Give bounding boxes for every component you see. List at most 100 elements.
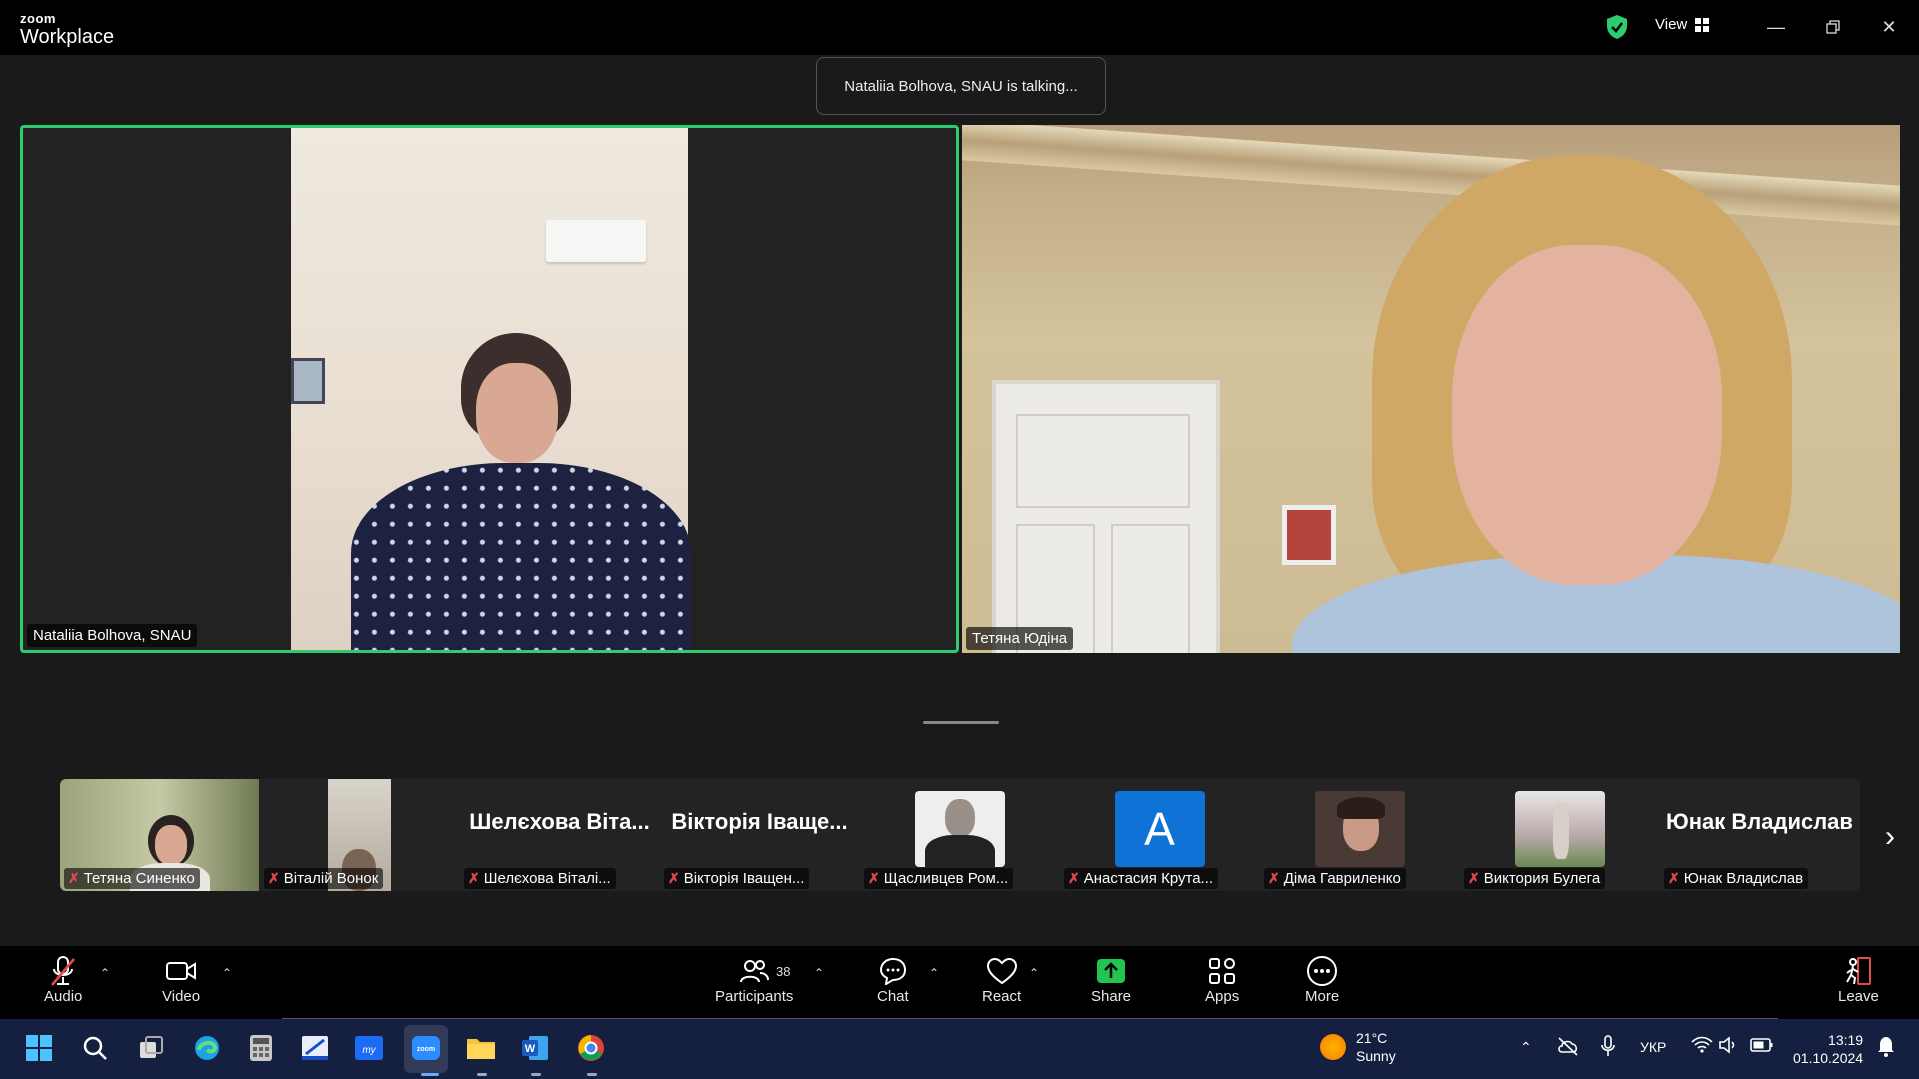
cloud-offline-icon[interactable]: [1556, 1036, 1580, 1059]
react-label: React: [982, 988, 1022, 1005]
mic-muted-icon: ✗: [1068, 870, 1080, 886]
resize-handle[interactable]: [923, 721, 999, 724]
active-indicator: [421, 1073, 439, 1076]
zoom-app-icon[interactable]: zoom: [409, 1031, 443, 1065]
search-icon[interactable]: [78, 1031, 112, 1065]
windows-start-icon[interactable]: [22, 1031, 56, 1065]
title-bar: zoom Workplace View — ✕: [0, 0, 1919, 55]
word-icon[interactable]: W: [518, 1031, 552, 1065]
chevron-right-icon[interactable]: ›: [1885, 820, 1895, 854]
thumbnail-label: ✗ Шелєхова Віталі...: [464, 868, 616, 889]
running-indicator: [477, 1073, 487, 1076]
wifi-icon[interactable]: [1691, 1036, 1713, 1057]
chevron-up-icon[interactable]: ⌃: [929, 966, 939, 980]
video-label: Video: [162, 988, 201, 1005]
brand-small: zoom: [20, 11, 56, 26]
chevron-up-icon[interactable]: ⌃: [100, 966, 110, 980]
view-button[interactable]: View: [1655, 16, 1710, 33]
participant-avatar: [914, 791, 1005, 867]
participant-thumbnail[interactable]: A ✗ Анастасия Крута...: [1060, 779, 1259, 891]
battery-icon[interactable]: [1750, 1037, 1774, 1056]
audio-label: Audio: [44, 988, 83, 1005]
leave-door-icon: [1842, 954, 1874, 988]
system-clock[interactable]: 13:19 01.10.2024: [1793, 1031, 1863, 1067]
thumbnail-label: ✗ Віталій Вонок: [264, 868, 384, 889]
mic-muted-icon: ✗: [668, 870, 680, 886]
mic-muted-icon: [48, 954, 78, 988]
chrome-icon[interactable]: [574, 1031, 608, 1065]
participants-count: 38: [776, 964, 791, 979]
mic-muted-icon: ✗: [868, 870, 880, 886]
participant-thumbnail[interactable]: Шелєхова Віта... ✗ Шелєхова Віталі...: [460, 779, 659, 891]
myhp-icon[interactable]: my: [352, 1031, 386, 1065]
running-indicator: [531, 1073, 541, 1076]
participant-thumbnail[interactable]: Юнак Владислав ✗ Юнак Владислав: [1660, 779, 1859, 891]
thumbnail-label: ✗ Вікторія Іващен...: [664, 868, 810, 889]
participants-button[interactable]: Participants: [715, 954, 793, 1005]
security-shield-icon[interactable]: [1605, 14, 1629, 40]
notification-bell-icon[interactable]: [1876, 1035, 1896, 1060]
calculator-icon[interactable]: [244, 1031, 278, 1065]
snipping-tool-icon[interactable]: [298, 1031, 332, 1065]
participant-avatar: [1314, 791, 1405, 867]
video-tile-active-speaker[interactable]: Nataliia Bolhova, SNAU: [20, 125, 959, 653]
participant-display-name: Вікторія Іваще...: [671, 809, 848, 834]
chat-icon: [878, 954, 908, 988]
running-indicator: [587, 1073, 597, 1076]
mic-muted-icon: ✗: [1468, 870, 1480, 886]
mic-muted-icon: ✗: [68, 870, 80, 886]
more-button[interactable]: More: [1305, 954, 1339, 1005]
clock-date: 01.10.2024: [1793, 1050, 1864, 1066]
share-button[interactable]: Share: [1091, 954, 1131, 1005]
thumbnail-label: ✗ Анастасия Крута...: [1064, 868, 1219, 889]
chevron-up-icon[interactable]: ⌃: [1520, 1039, 1532, 1056]
react-button[interactable]: React: [982, 954, 1021, 1005]
volume-icon[interactable]: [1718, 1036, 1740, 1057]
participant-thumbnail[interactable]: ✗ Щасливцев Ром...: [860, 779, 1059, 891]
chevron-up-icon[interactable]: ⌃: [814, 966, 824, 980]
participants-label: Participants: [715, 988, 794, 1005]
leave-button[interactable]: Leave: [1838, 954, 1879, 1005]
participant-video: [291, 128, 691, 650]
participant-name-tag: Тетяна Юдіна: [966, 627, 1074, 650]
weather-desc: Sunny: [1356, 1048, 1396, 1064]
share-label: Share: [1091, 988, 1132, 1005]
video-button[interactable]: Video: [162, 954, 200, 1005]
participant-strip: ✗ Тетяна Синенко ✗ Віталій Вонок Шелєхова …: [60, 779, 1860, 891]
file-explorer-icon[interactable]: [464, 1031, 498, 1065]
task-view-icon[interactable]: [134, 1031, 168, 1065]
video-tile[interactable]: Тетяна Юдіна: [962, 125, 1900, 653]
microphone-icon[interactable]: [1600, 1035, 1616, 1060]
chat-button[interactable]: Chat: [877, 954, 909, 1005]
participant-display-name: Юнак Владислав: [1666, 809, 1853, 834]
minimize-icon[interactable]: —: [1761, 12, 1791, 42]
participant-thumbnail[interactable]: ✗ Діма Гавриленко: [1260, 779, 1459, 891]
audio-button[interactable]: Audio: [44, 954, 82, 1005]
mic-muted-icon: ✗: [468, 870, 480, 886]
participant-thumbnail[interactable]: Вікторія Іваще... ✗ Вікторія Іващен...: [660, 779, 859, 891]
svg-text:W: W: [525, 1043, 536, 1055]
participant-video: [962, 125, 1900, 653]
participant-thumbnail[interactable]: ✗ Тетяна Синенко: [60, 779, 259, 891]
share-screen-icon: [1095, 954, 1127, 988]
windows-taskbar: my zoom W 21°C Sunny ⌃ УКР 13:19 01.10.2…: [0, 1019, 1919, 1079]
participant-thumbnail[interactable]: ✗ Віталій Вонок: [260, 779, 459, 891]
heart-icon: [986, 954, 1018, 988]
view-label: View: [1655, 16, 1688, 33]
participant-thumbnail[interactable]: ✗ Виктория Булега: [1460, 779, 1659, 891]
close-icon[interactable]: ✕: [1874, 12, 1904, 42]
restore-icon[interactable]: [1818, 12, 1848, 42]
app-logo: zoom Workplace: [20, 12, 114, 47]
weather-widget[interactable]: 21°C Sunny: [1320, 1029, 1396, 1065]
chevron-up-icon[interactable]: ⌃: [222, 966, 232, 980]
mic-muted-icon: ✗: [1268, 870, 1280, 886]
meeting-toolbar: Audio ⌃ Video ⌃ Participants 38 ⌃ Chat ⌃…: [0, 946, 1919, 1019]
edge-browser-icon[interactable]: [190, 1031, 224, 1065]
apps-button[interactable]: Apps: [1205, 954, 1239, 1005]
leave-label: Leave: [1838, 988, 1879, 1005]
grid-view-icon: [1695, 17, 1710, 32]
chevron-up-icon[interactable]: ⌃: [1029, 966, 1039, 980]
mic-muted-icon: ✗: [1668, 870, 1680, 886]
language-indicator[interactable]: УКР: [1640, 1039, 1666, 1055]
thumbnail-label: ✗ Діма Гавриленко: [1264, 868, 1406, 889]
